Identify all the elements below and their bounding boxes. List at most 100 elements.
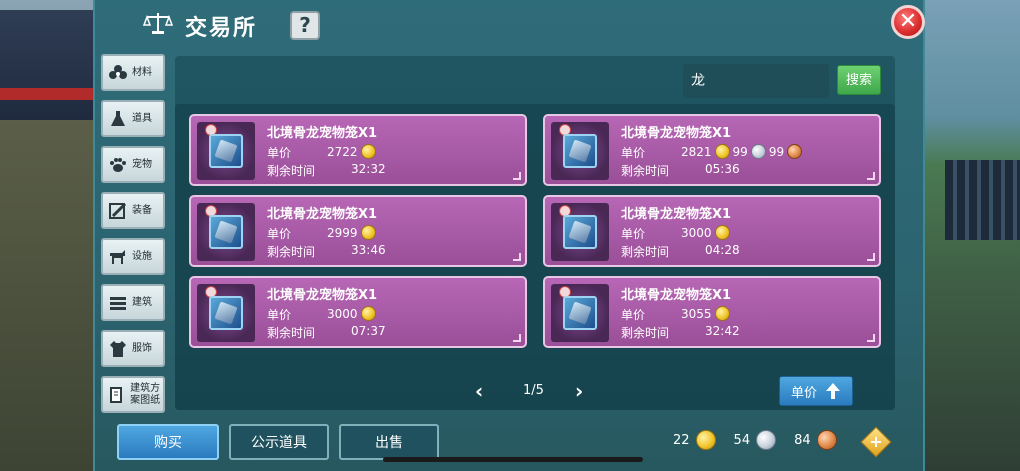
unit-price-label: 单价 (621, 146, 646, 160)
sidebar-item-materials[interactable]: 材料 (101, 54, 165, 91)
help-button[interactable]: ? (290, 11, 320, 40)
gold-coin-icon (714, 225, 730, 240)
item-name: 北境骨龙宠物笼X1 (267, 126, 378, 141)
pagination: ‹ 1/5 › (475, 381, 595, 405)
gold-amount: 2821 (681, 144, 712, 159)
remaining-time-value: 33:46 (351, 243, 386, 257)
add-currency-button[interactable]: + (860, 426, 892, 458)
corner-marker-icon (867, 334, 875, 342)
gold-coin-icon (360, 225, 376, 240)
gold-amount: 2999 (327, 225, 358, 240)
corner-marker-icon (867, 253, 875, 261)
silver-coin-icon (756, 430, 777, 450)
window-title: 交易所 (185, 16, 258, 41)
pet-cage-thumbnail (197, 203, 255, 261)
sidebar-item-pets[interactable]: 宠物 (101, 146, 165, 183)
sidebar-item-label: 服饰 (132, 342, 152, 354)
flower-icon (107, 62, 129, 84)
pet-cage-thumbnail (551, 203, 609, 261)
remaining-time-label: 剩余时间 (267, 245, 316, 259)
tab-public-items[interactable]: 公示道具 (229, 424, 329, 460)
item-price: 2999 (327, 225, 376, 240)
remaining-time-value: 32:32 (351, 162, 386, 176)
pet-cage-thumbnail (551, 284, 609, 342)
listing-card[interactable]: 北境骨龙宠物笼X1 单价 2821 99 99 剩余时间 05:36 (543, 114, 881, 186)
tab-sell[interactable]: 出售 (339, 424, 439, 460)
sidebar-item-clothing[interactable]: 服饰 (101, 330, 165, 367)
item-name: 北境骨龙宠物笼X1 (267, 288, 378, 303)
currency-wallet: 22 54 84 (673, 430, 855, 450)
sidebar-item-facilities[interactable]: 设施 (101, 238, 165, 275)
gold-coin-icon (695, 430, 716, 450)
sidebar-item-label: 设施 (132, 250, 152, 262)
gold-balance: 22 (673, 432, 690, 448)
gold-amount: 3000 (327, 306, 358, 321)
silver-balance: 54 (733, 432, 751, 448)
plus-icon: + (869, 432, 883, 451)
category-sidebar: 材料 道具 宠物 装备 设施 建筑 服饰 建筑方案图纸 (101, 54, 167, 422)
next-page-button[interactable]: › (575, 381, 589, 401)
wall-icon (107, 292, 129, 314)
unit-price-label: 单价 (267, 146, 292, 160)
sidebar-item-buildings[interactable]: 建筑 (101, 284, 165, 321)
page-indicator: 1/5 (523, 383, 544, 398)
gold-coin-icon (360, 144, 376, 159)
listing-panel: 龙 搜索 北境骨龙宠物笼X1 单价 2722 剩余时间 32:32 北境骨龙宠物… (175, 56, 895, 410)
sidebar-item-label: 宠物 (132, 158, 152, 170)
sidebar-item-blueprints[interactable]: 建筑方案图纸 (101, 376, 165, 413)
pet-cage-thumbnail (197, 122, 255, 180)
gold-coin-icon (360, 306, 376, 321)
corner-marker-icon (513, 172, 521, 180)
sidebar-item-label: 装备 (132, 204, 152, 216)
unit-price-label: 单价 (267, 227, 292, 241)
gold-amount: 3000 (681, 225, 712, 240)
unit-price-label: 单价 (267, 308, 292, 322)
listing-card[interactable]: 北境骨龙宠物笼X1 单价 3000 剩余时间 04:28 (543, 195, 881, 267)
silver-coin-icon (750, 144, 766, 159)
listing-card[interactable]: 北境骨龙宠物笼X1 单价 2722 剩余时间 32:32 (189, 114, 527, 186)
copper-coin-icon (787, 144, 803, 159)
item-price: 3000 (681, 225, 730, 240)
unit-price-label: 单价 (621, 227, 646, 241)
tab-buy[interactable]: 购买 (117, 424, 219, 460)
title-bar: 交易所 ? ✕ (95, 0, 925, 50)
remaining-time-label: 剩余时间 (621, 164, 670, 178)
sword-icon (107, 200, 129, 222)
sort-button-label: 单价 (790, 385, 817, 401)
remaining-time-value: 04:28 (705, 243, 740, 257)
remaining-time-value: 32:42 (705, 324, 740, 338)
remaining-time-label: 剩余时间 (621, 245, 670, 259)
home-indicator (383, 457, 643, 462)
item-price: 2821 99 99 (681, 144, 803, 159)
remaining-time-label: 剩余时间 (267, 326, 316, 340)
sidebar-item-label: 道具 (132, 112, 152, 124)
copper-amount: 99 (768, 144, 785, 159)
copper-coin-icon (816, 430, 837, 450)
sidebar-item-label: 建筑 (132, 296, 152, 308)
bottom-bar: 购买 公示道具 出售 22 54 84 + (95, 420, 923, 471)
corner-marker-icon (513, 253, 521, 261)
sort-by-price-button[interactable]: 单价 (779, 376, 853, 406)
listing-card[interactable]: 北境骨龙宠物笼X1 单价 2999 剩余时间 33:46 (189, 195, 527, 267)
close-button[interactable]: ✕ (891, 5, 925, 39)
item-price: 2722 (327, 144, 376, 159)
item-name: 北境骨龙宠物笼X1 (621, 126, 732, 141)
sidebar-item-props[interactable]: 道具 (101, 100, 165, 137)
sidebar-item-equipment[interactable]: 装备 (101, 192, 165, 229)
search-input[interactable]: 龙 (683, 64, 829, 98)
unit-price-label: 单价 (621, 308, 646, 322)
item-name: 北境骨龙宠物笼X1 (621, 207, 732, 222)
horse-icon (107, 246, 129, 268)
pet-cage-thumbnail (197, 284, 255, 342)
prev-page-button[interactable]: ‹ (475, 381, 489, 401)
listing-card[interactable]: 北境骨龙宠物笼X1 单价 3055 剩余时间 32:42 (543, 276, 881, 348)
gold-coin-icon (714, 306, 730, 321)
gold-amount: 2722 (327, 144, 358, 159)
gold-coin-icon (714, 144, 730, 159)
listing-card[interactable]: 北境骨龙宠物笼X1 单价 3000 剩余时间 07:37 (189, 276, 527, 348)
search-button[interactable]: 搜索 (837, 65, 881, 95)
silver-amount: 99 (732, 144, 748, 159)
scales-icon (143, 13, 173, 34)
remaining-time-value: 07:37 (351, 324, 386, 338)
item-price: 3000 (327, 306, 376, 321)
